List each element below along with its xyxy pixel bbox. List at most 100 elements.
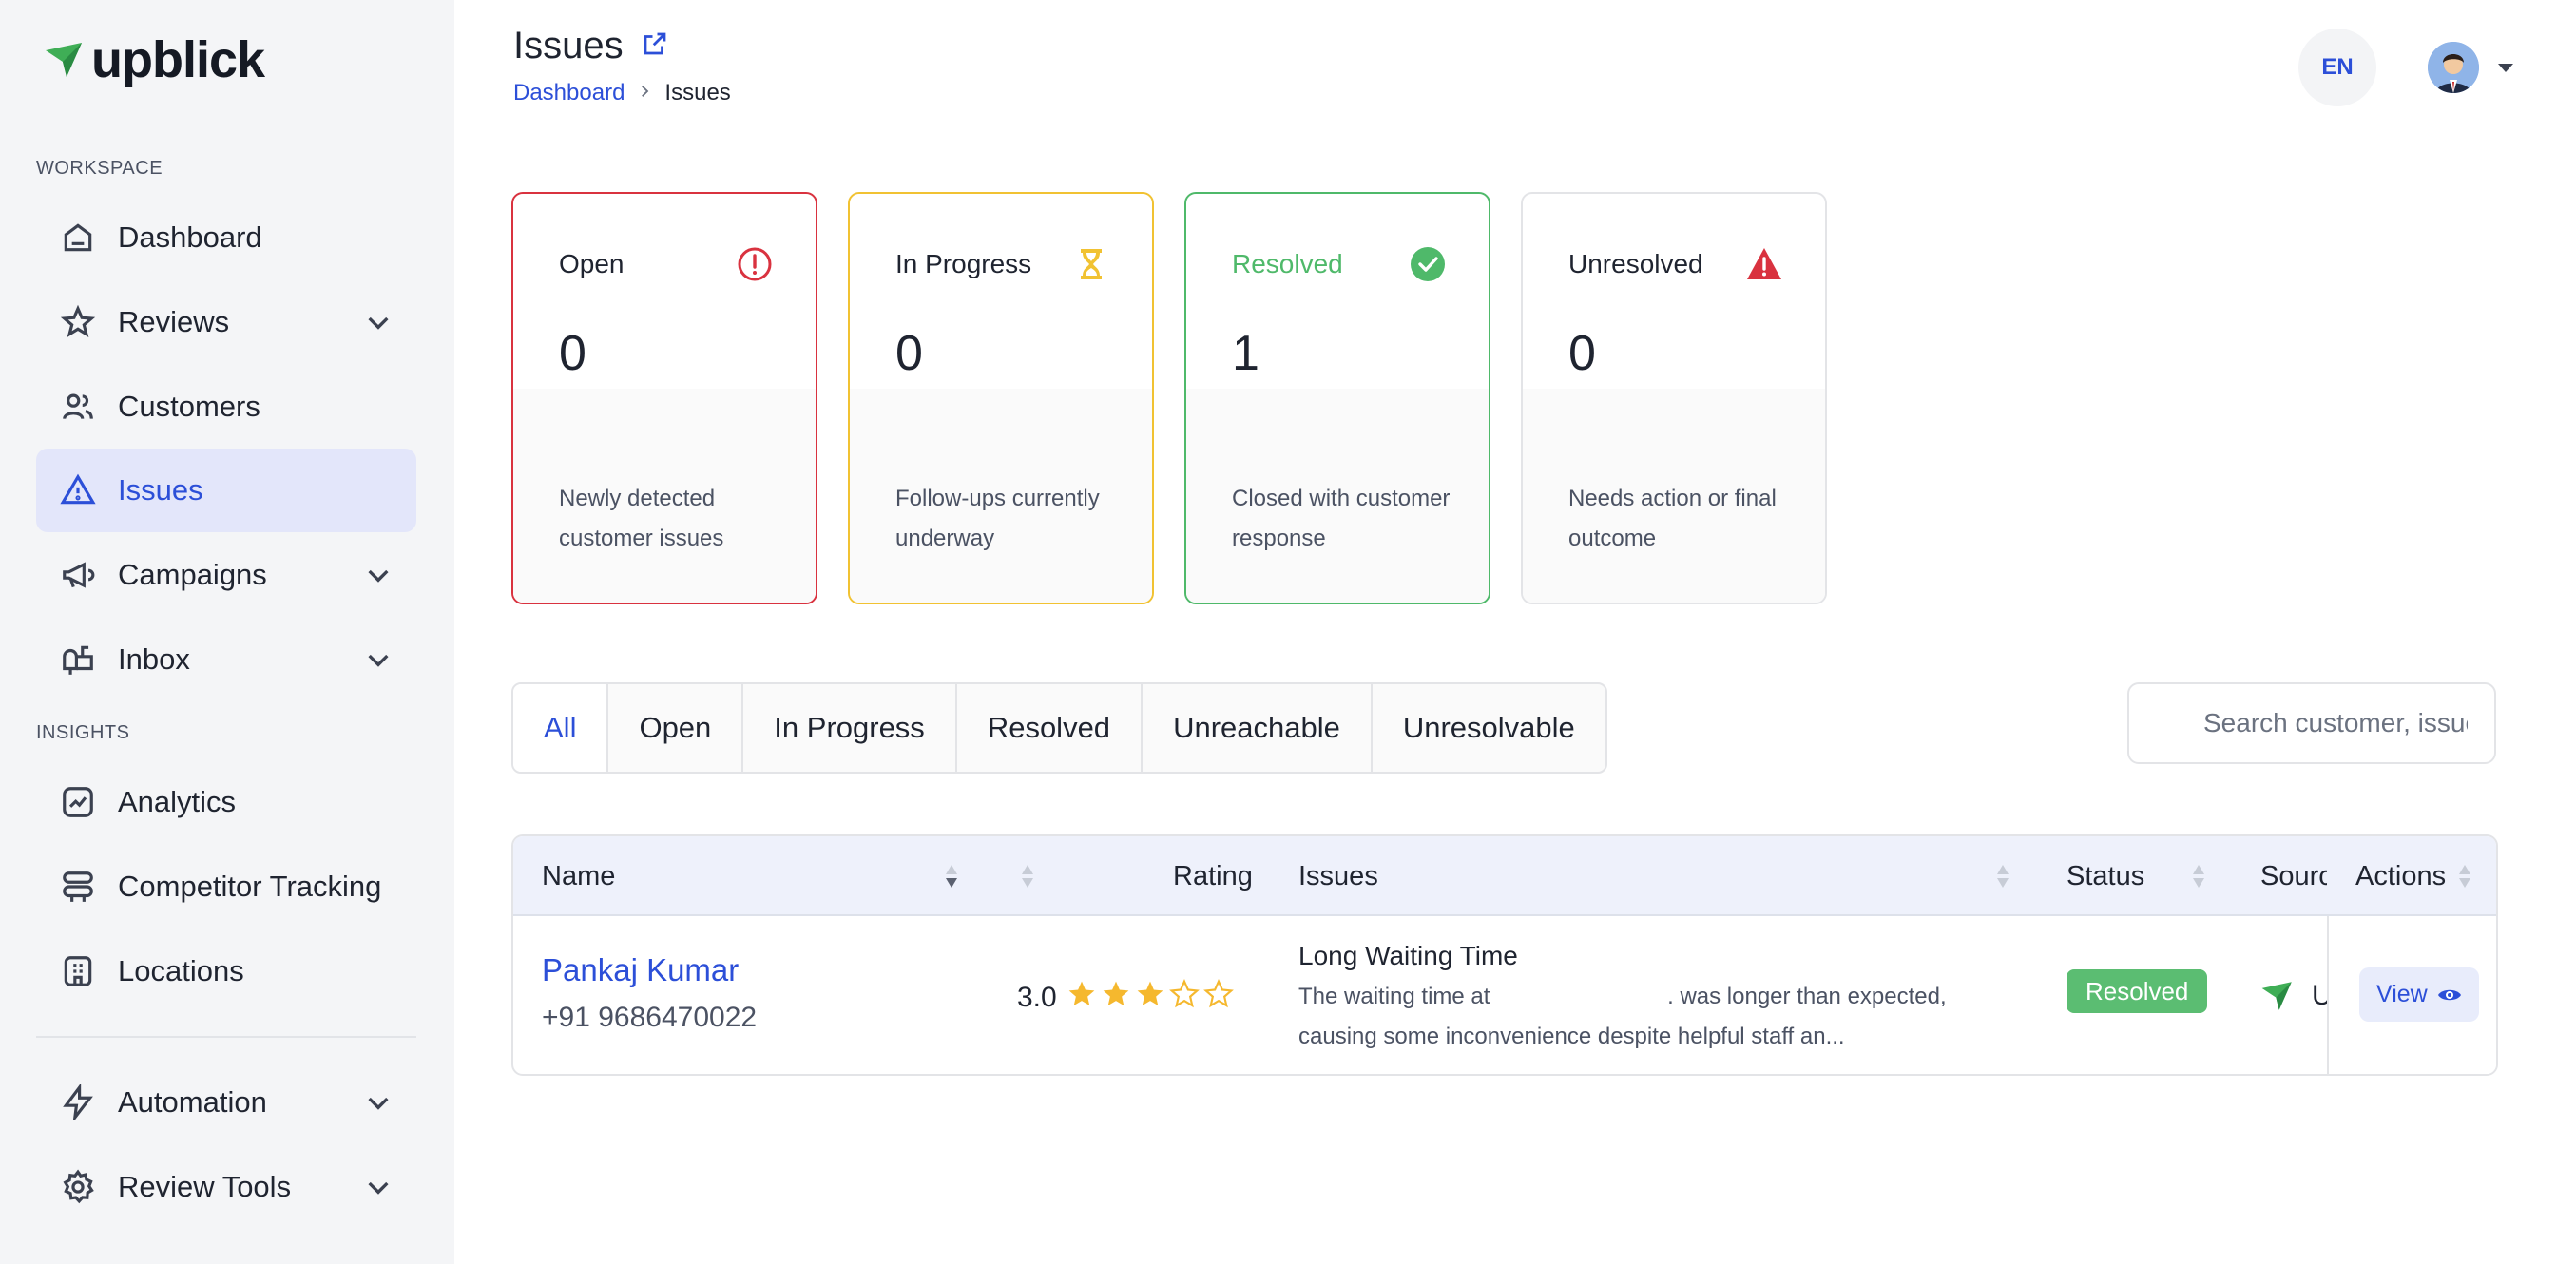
stat-card-unresolved[interactable]: Unresolved 0 Needs action or final outco…: [1521, 192, 1827, 604]
external-link-icon[interactable]: [641, 25, 669, 67]
column-header-status[interactable]: Status: [2067, 836, 2144, 916]
view-button[interactable]: View: [2359, 967, 2479, 1022]
breadcrumb-dashboard-link[interactable]: Dashboard: [513, 80, 625, 106]
sidebar-item-review-tools[interactable]: Review Tools: [36, 1145, 416, 1229]
page-title: Issues: [513, 25, 669, 67]
stat-card-title: In Progress: [895, 249, 1032, 278]
column-header-rating[interactable]: Rating: [1173, 836, 1253, 916]
stat-card-description: Newly detected customer issues: [559, 486, 724, 551]
customer-phone: +91 9686470022: [542, 1002, 758, 1033]
sidebar-item-label: Locations: [118, 954, 244, 987]
rating-value: 3.0: [1017, 982, 1057, 1013]
lightning-icon: [59, 1083, 97, 1121]
issue-description: The waiting time at . was longer than ex…: [1298, 984, 1947, 1049]
column-header-actions[interactable]: Actions: [2355, 836, 2446, 916]
view-button-label: View: [2376, 981, 2428, 1007]
stat-card-value: 0: [895, 326, 923, 381]
sort-icon[interactable]: [1019, 836, 1036, 916]
sidebar-item-issues[interactable]: Issues: [36, 449, 416, 532]
column-header-label: Status: [2067, 860, 2145, 891]
tab-unresolvable[interactable]: Unresolvable: [1373, 684, 1605, 772]
building-icon: [59, 952, 97, 990]
star-empty-icon: [1168, 979, 1200, 1017]
sidebar-item-label: Competitor Tracking: [118, 870, 382, 903]
search-input[interactable]: [2127, 682, 2496, 764]
brand-name: upblick: [91, 31, 265, 88]
page-title-text: Issues: [513, 25, 624, 67]
sidebar-item-label: Automation: [118, 1085, 267, 1119]
stat-card-resolved[interactable]: Resolved 1 Closed with customer response: [1184, 192, 1490, 604]
sidebar-item-customers[interactable]: Customers: [36, 365, 416, 449]
sort-icon[interactable]: [943, 836, 960, 916]
sidebar-item-competitor-tracking[interactable]: Competitor Tracking: [36, 845, 416, 929]
chevron-down-icon[interactable]: [363, 560, 394, 590]
chart-icon: [59, 783, 97, 821]
stat-card-value: 0: [1568, 326, 1596, 381]
mailbox-icon: [59, 641, 97, 679]
megaphone-icon: [59, 556, 97, 594]
sidebar-item-reviews[interactable]: Reviews: [36, 280, 416, 364]
sidebar-item-analytics[interactable]: Analytics: [36, 760, 416, 844]
hourglass-icon: [1072, 245, 1110, 283]
check-circle-icon: [1409, 245, 1447, 283]
layers-icon: [59, 868, 97, 906]
breadcrumb: Dashboard Issues: [513, 80, 731, 106]
chevron-down-icon[interactable]: [363, 1172, 394, 1202]
alert-circle-icon: [736, 245, 774, 283]
stat-card-description: Closed with customer response: [1232, 486, 1451, 551]
breadcrumb-current: Issues: [664, 80, 731, 105]
column-header-label: Source: [2260, 860, 2327, 891]
issue-title: Long Waiting Time: [1298, 941, 1518, 970]
user-menu[interactable]: [2428, 42, 2513, 93]
stat-card-title: Open: [559, 249, 625, 278]
tab-all[interactable]: All: [513, 684, 609, 772]
sort-icon[interactable]: [2456, 836, 2473, 916]
brand-logo[interactable]: upblick: [44, 31, 265, 88]
status-cell: Resolved: [2067, 969, 2208, 1013]
filter-tabs: All Open In Progress Resolved Unreachabl…: [511, 682, 1607, 774]
caret-down-icon: [2498, 63, 2513, 72]
tab-open[interactable]: Open: [608, 684, 744, 772]
home-icon: [59, 219, 97, 257]
sidebar-item-inbox[interactable]: Inbox: [36, 618, 416, 701]
star-empty-icon: [1202, 979, 1234, 1017]
status-badge: Resolved: [2067, 969, 2208, 1013]
upblick-source-icon: [2261, 982, 2292, 1010]
sidebar-item-label: Inbox: [118, 642, 190, 676]
chevron-down-icon[interactable]: [363, 1087, 394, 1118]
eye-icon: [2437, 989, 2461, 1000]
tab-resolved[interactable]: Resolved: [957, 684, 1144, 772]
sidebar-item-label: Dashboard: [118, 220, 262, 254]
sidebar-divider: [36, 1036, 416, 1038]
avatar-icon: [2428, 42, 2479, 93]
sidebar-item-campaigns[interactable]: Campaigns: [36, 533, 416, 617]
sort-icon[interactable]: [2190, 836, 2207, 916]
tab-unreachable[interactable]: Unreachable: [1143, 684, 1373, 772]
sidebar-item-locations[interactable]: Locations: [36, 929, 416, 1013]
column-header-source[interactable]: Source: [2260, 836, 2327, 916]
logo-icon: [46, 43, 82, 77]
column-header-label: Rating: [1173, 860, 1253, 891]
sidebar-item-label: Issues: [118, 473, 203, 507]
stat-card-open[interactable]: Open 0 Newly detected customer issues: [511, 192, 817, 604]
language-button[interactable]: EN: [2298, 29, 2376, 106]
stat-card-description: Needs action or final outcome: [1568, 486, 1777, 551]
tab-in-progress[interactable]: In Progress: [743, 684, 957, 772]
warning-triangle-icon: [1745, 245, 1783, 283]
sort-icon[interactable]: [1994, 836, 2011, 916]
star-filled-icon: [1101, 979, 1131, 1017]
column-header-issues[interactable]: Issues: [1298, 836, 1378, 916]
chevron-down-icon[interactable]: [363, 307, 394, 337]
sidebar-item-label: Review Tools: [118, 1170, 292, 1203]
stat-card-title: Unresolved: [1568, 249, 1703, 278]
chevron-down-icon[interactable]: [363, 644, 394, 675]
customer-name-link[interactable]: Pankaj Kumar: [542, 952, 757, 988]
column-header-label: Actions: [2355, 860, 2447, 891]
stat-card-in-progress[interactable]: In Progress 0 Follow-ups currently under…: [848, 192, 1154, 604]
sidebar-item-automation[interactable]: Automation: [36, 1061, 416, 1144]
sidebar-item-dashboard[interactable]: Dashboard: [36, 196, 416, 279]
star-filled-icon: [1135, 979, 1165, 1017]
column-header-name[interactable]: Name: [542, 836, 615, 916]
rating-stars: [1067, 979, 1234, 1017]
sidebar: upblick WORKSPACE Dashboard Reviews Cust…: [0, 0, 454, 1264]
